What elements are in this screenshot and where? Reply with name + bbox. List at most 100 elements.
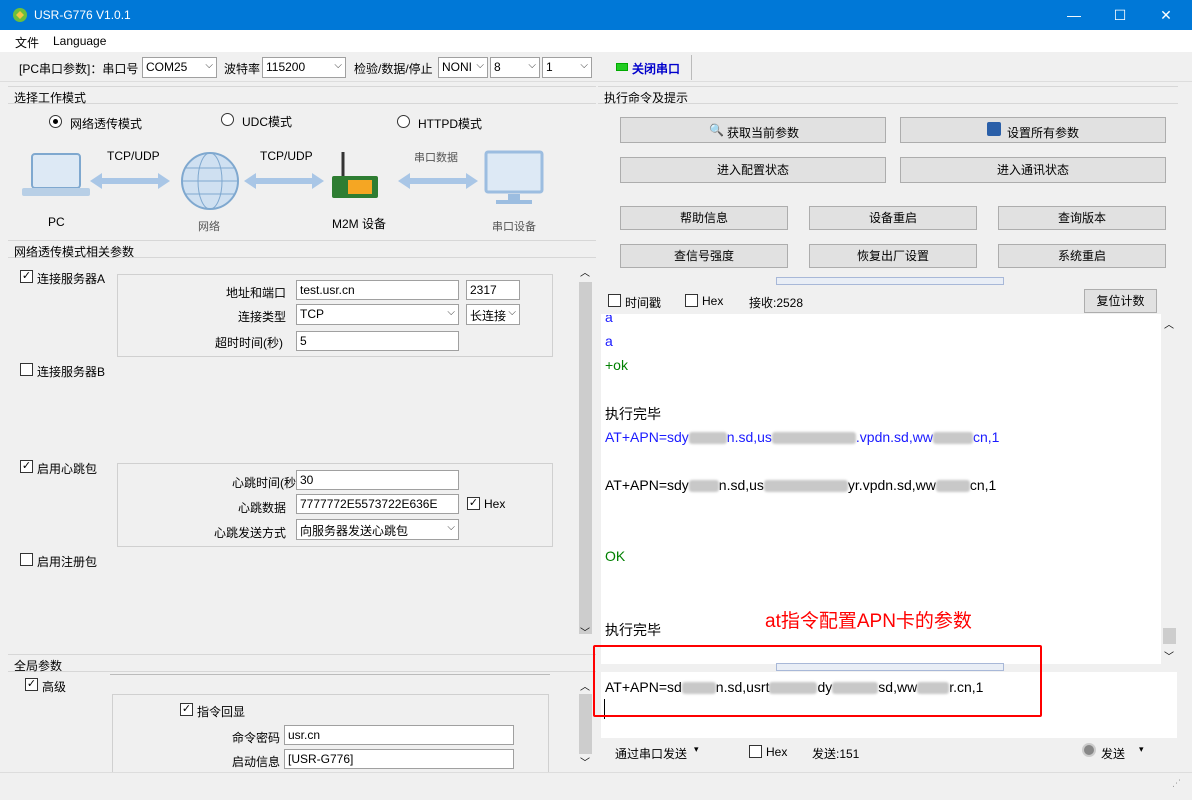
conn-type-select[interactable]: TCP ⌵ [296, 304, 459, 325]
mode-httpd-label: HTTPD模式 [418, 117, 482, 131]
mode-net-radio[interactable] [49, 115, 62, 128]
menu-language[interactable]: Language [53, 34, 106, 48]
recv-hex-label: Hex [702, 294, 724, 308]
right-header: 执行命令及提示 [598, 86, 1178, 105]
system-restart-button[interactable]: 系统重启 [998, 244, 1166, 268]
register-checkbox[interactable] [20, 553, 33, 566]
save-icon [987, 122, 1001, 136]
scrollbar-thumb[interactable] [579, 282, 592, 634]
databits-select[interactable]: 8 ⌵ [490, 57, 540, 78]
hb-time-input[interactable]: 30 [296, 470, 459, 490]
restart-device-button[interactable]: 设备重启 [809, 206, 977, 230]
timeout-label: 超时时间(秒) [215, 336, 283, 350]
baud-label: 波特率 [224, 62, 261, 76]
resize-grip-icon[interactable]: ⋰ [1172, 778, 1181, 789]
hb-data-input[interactable]: 7777772E5573722E636E [296, 494, 459, 514]
annotation-label: at指令配置APN卡的参数 [765, 611, 972, 632]
params-scrollbar[interactable]: ︿ ﹀ [577, 262, 594, 640]
scroll-down-icon[interactable]: ﹀ [1164, 648, 1174, 663]
help-button[interactable]: 帮助信息 [620, 206, 788, 230]
hb-hex-label: Hex [484, 497, 506, 511]
params-header: 网络透传模式相关参数 [8, 240, 596, 259]
recv-hex-checkbox[interactable] [685, 294, 698, 307]
status-bar [0, 772, 1192, 794]
console-line: AT+APN=sdy n.sd,us yr.vpdn.sd,ww cn,1 [605, 477, 997, 493]
mode-header: 选择工作模式 [8, 86, 596, 105]
port-input[interactable]: 2317 [466, 280, 520, 300]
timestamp-checkbox[interactable] [608, 294, 621, 307]
baud-select[interactable]: 115200 ⌵ [262, 57, 346, 78]
menu-bar: 文件 Language [0, 30, 1192, 52]
close-port-button[interactable]: 关闭串口 [608, 55, 692, 80]
mode-net-label: 网络透传模式 [70, 117, 143, 131]
send-hex-label: Hex [766, 745, 788, 759]
server-a-checkbox[interactable]: ✓ [20, 270, 33, 283]
enter-config-button[interactable]: 进入配置状态 [620, 157, 886, 183]
splitter-handle[interactable] [776, 277, 1004, 285]
minimize-button[interactable]: — [1051, 0, 1097, 30]
send-hex-checkbox[interactable] [749, 745, 762, 758]
query-version-button[interactable]: 查询版本 [998, 206, 1166, 230]
scroll-down-icon[interactable]: ﹀ [580, 624, 590, 639]
arrow-icon [90, 173, 170, 189]
highlight-box [593, 645, 1042, 717]
get-params-label: 获取当前参数 [727, 126, 800, 140]
cmd-pwd-input[interactable]: usr.cn [284, 725, 514, 745]
console-line: +ok [605, 357, 628, 373]
server-b-checkbox[interactable] [20, 363, 33, 376]
scroll-up-icon[interactable]: ︿ [580, 678, 590, 693]
stopbits-select[interactable]: 1 ⌵ [542, 57, 592, 78]
send-mode-select[interactable]: 通过串口发送 [615, 745, 687, 762]
cmd-pwd-label: 命令密码 [232, 731, 281, 745]
mode-udc-radio[interactable] [221, 113, 234, 126]
console-line: a [605, 333, 613, 349]
scroll-up-icon[interactable]: ︿ [580, 264, 590, 279]
hb-hex-checkbox[interactable]: ✓ [467, 497, 480, 510]
factory-reset-button[interactable]: 恢复出厂设置 [809, 244, 977, 268]
diagram-pc-label: PC [48, 215, 65, 229]
get-params-button[interactable]: 🔍 获取当前参数 [620, 117, 886, 143]
serial-prefix-label: [PC串口参数]：串口号 [19, 62, 139, 76]
hb-mode-label: 心跳发送方式 [214, 526, 287, 540]
advanced-checkbox[interactable]: ✓ [25, 678, 38, 691]
scrollbar-thumb[interactable] [1163, 628, 1176, 644]
diagram-serial-data-label: 串口数据 [414, 152, 458, 164]
send-button[interactable]: 发送 [1101, 745, 1125, 762]
scrollbar-thumb[interactable] [579, 694, 592, 754]
hb-mode-select[interactable]: 向服务器发送心跳包 ⌵ [296, 519, 459, 540]
title-bar: USR-G776 V1.0.1 — ☐ ✕ [0, 0, 1192, 30]
diagram-tcp1-label: TCP/UDP [107, 149, 160, 163]
search-doc-icon: 🔍 [709, 123, 724, 137]
menu-file[interactable]: 文件 [15, 34, 39, 51]
chevron-down-icon: ⌵ [580, 60, 588, 71]
chevron-down-icon: ⌵ [508, 307, 516, 318]
global-sub-frame [110, 674, 550, 686]
conn-mode-select[interactable]: 长连接 ⌵ [466, 304, 520, 325]
reset-count-button[interactable]: 复位计数 [1084, 289, 1157, 313]
timeout-input[interactable]: 5 [296, 331, 459, 351]
sent-count: 发送:151 [812, 747, 860, 761]
mode-httpd-radio[interactable] [397, 115, 410, 128]
console-scrollbar[interactable]: ︿ ﹀ [1161, 314, 1178, 664]
boot-info-input[interactable]: [USR-G776] [284, 749, 514, 769]
signal-button[interactable]: 查信号强度 [620, 244, 788, 268]
addr-input[interactable]: test.usr.cn [296, 280, 459, 300]
close-button[interactable]: ✕ [1143, 0, 1189, 30]
diagram-m2m-label: M2M 设备 [332, 217, 387, 231]
parity-select[interactable]: NONI ⌵ [438, 57, 488, 78]
arrow-icon [244, 173, 324, 189]
close-port-label: 关闭串口 [632, 62, 681, 76]
global-scrollbar[interactable]: ︿ ﹀ [577, 676, 594, 770]
set-params-button[interactable]: 设置所有参数 [900, 117, 1166, 143]
console-line: AT+APN=sdy n.sd,us .vpdn.sd,ww cn,1 [605, 429, 1000, 445]
port-select[interactable]: COM25 ⌵ [142, 57, 217, 78]
scroll-up-icon[interactable]: ︿ [1164, 316, 1174, 331]
scroll-down-icon[interactable]: ﹀ [580, 754, 590, 769]
dropdown-arrow-icon[interactable]: ▾ [694, 744, 699, 755]
maximize-button[interactable]: ☐ [1097, 0, 1143, 30]
enter-comm-button[interactable]: 进入通讯状态 [900, 157, 1166, 183]
heartbeat-checkbox[interactable]: ✓ [20, 460, 33, 473]
global-header: 全局参数 [8, 654, 596, 673]
echo-checkbox[interactable]: ✓ [180, 703, 193, 716]
dropdown-arrow-icon[interactable]: ▾ [1139, 744, 1144, 755]
